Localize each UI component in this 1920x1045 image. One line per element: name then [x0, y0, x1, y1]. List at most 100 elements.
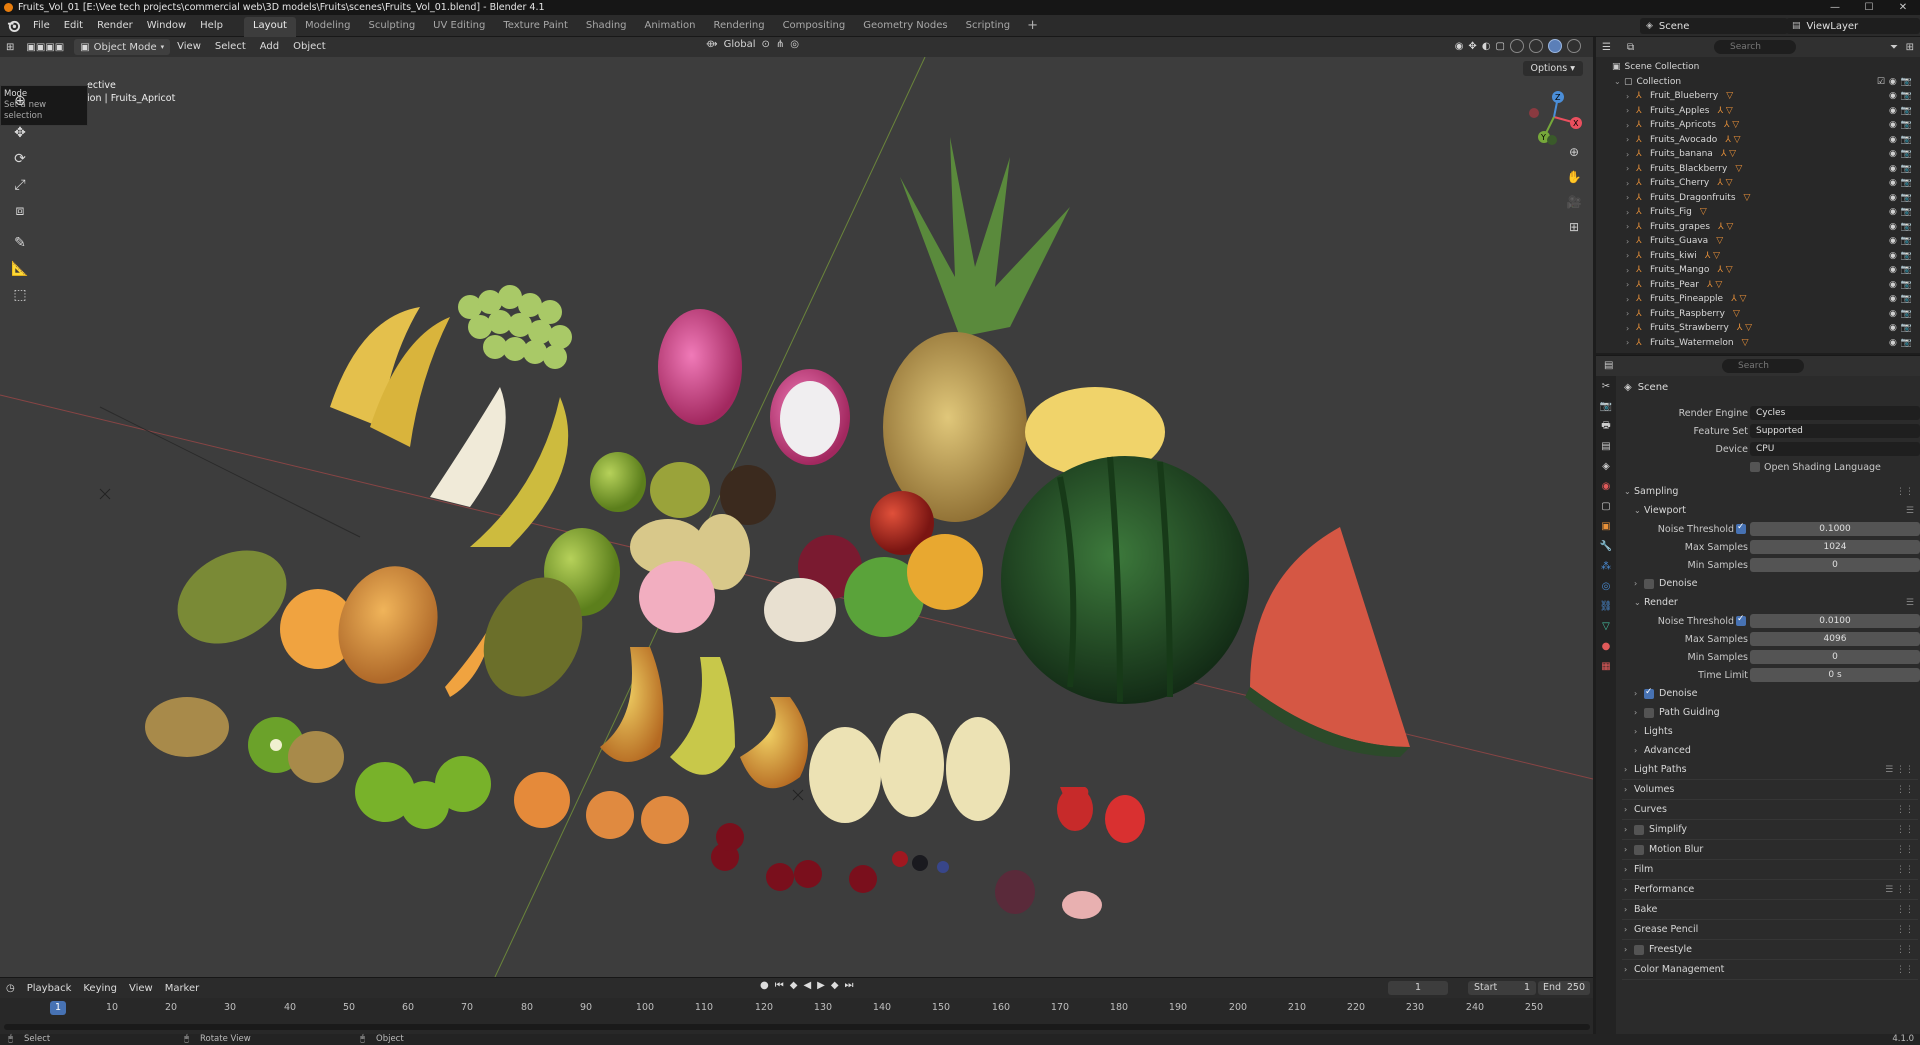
measure-tool-icon[interactable]: 📐	[8, 257, 32, 281]
select-mode-icons[interactable]: ▣▣▣▣	[20, 39, 70, 55]
tab-scripting[interactable]: Scripting	[957, 17, 1019, 37]
navigation-gizmo[interactable]: X Z Y	[1522, 85, 1586, 149]
chevron-right-icon[interactable]: ›	[1626, 280, 1636, 289]
drag-handle-icon[interactable]: ⋮⋮	[1896, 965, 1914, 975]
outliner-item[interactable]: › ⅄ Fruits_Cherry ⅄ ▽ ◉📷	[1596, 176, 1920, 191]
gizmo-icon[interactable]: ✥	[1468, 41, 1476, 52]
material-tab-icon[interactable]: ●	[1596, 636, 1616, 656]
menu-render[interactable]: Render	[90, 15, 140, 37]
editor-type-icon[interactable]: ⊞	[0, 39, 20, 55]
chevron-right-icon[interactable]: ›	[1626, 237, 1636, 246]
chevron-right-icon[interactable]: ›	[1626, 193, 1636, 202]
mango-green-object[interactable]	[161, 532, 303, 663]
chevron-right-icon[interactable]: ›	[1626, 121, 1636, 130]
outliner-item[interactable]: › ⅄ Fruits_Guava ▽ ◉📷	[1596, 234, 1920, 249]
3d-viewport[interactable]: ⊞ ▣▣▣▣ ▣ Object Mode ▾ View Select Add Obj…	[0, 37, 1593, 977]
viewport-menu-select[interactable]: Select	[208, 37, 253, 57]
r-noise-threshold-field[interactable]: 0.0100	[1750, 614, 1920, 628]
visibility-icons[interactable]: ◉📷	[1889, 338, 1916, 348]
scene-render[interactable]	[0, 57, 1593, 977]
outliner-item[interactable]: › ⅄ Fruits_Apricots ⅄ ▽ ◉📷	[1596, 118, 1920, 133]
tab-modeling[interactable]: Modeling	[296, 17, 360, 37]
panel-motion-blur[interactable]: › Motion Blur ⋮⋮	[1620, 840, 1920, 859]
path-guiding-checkbox[interactable]	[1644, 707, 1654, 718]
vp-noise-threshold-field[interactable]: 0.1000	[1750, 522, 1920, 536]
vp-noise-threshold-checkbox[interactable]	[1736, 522, 1746, 534]
visibility-icons[interactable]: ◉📷	[1889, 280, 1916, 290]
ortho-toggle-icon[interactable]: ⊞	[1563, 216, 1585, 238]
tab-animation[interactable]: Animation	[636, 17, 705, 37]
modifier-icons[interactable]: ⅄ ▽	[1721, 149, 1736, 159]
outliner-editor-icon[interactable]: ☰	[1602, 42, 1611, 53]
chevron-right-icon[interactable]: ›	[1626, 179, 1636, 188]
blueberry-object[interactable]	[937, 861, 949, 873]
collection-visibility-icons[interactable]: ☑◉📷	[1877, 77, 1916, 87]
visibility-icon[interactable]: ◉	[1455, 41, 1464, 52]
raspberry-object[interactable]	[892, 851, 908, 867]
panel-freestyle[interactable]: › Freestyle ⋮⋮	[1620, 940, 1920, 959]
viewport-subpanel[interactable]: ⌄ Viewport ☰	[1620, 501, 1920, 520]
r-denoise-checkbox[interactable]	[1644, 687, 1654, 699]
modifier-icons[interactable]: ⅄ ▽	[1724, 120, 1739, 130]
add-workspace-button[interactable]: +	[1019, 15, 1046, 37]
outliner-item[interactable]: › ⅄ Fruits_Dragonfruits ▽ ◉📷	[1596, 191, 1920, 206]
camera-view-icon[interactable]: 🎥	[1563, 191, 1585, 213]
modifier-tab-icon[interactable]: 🔧	[1596, 536, 1616, 556]
collection-tab-icon[interactable]: ▢	[1596, 496, 1616, 516]
panel-grease-pencil[interactable]: › Grease Pencil ⋮⋮	[1620, 920, 1920, 939]
tab-layout[interactable]: Layout	[243, 16, 296, 37]
view-layer-tab-icon[interactable]: ▤	[1596, 436, 1616, 456]
maximize-button[interactable]: ☐	[1852, 0, 1886, 15]
add-cube-tool-icon[interactable]: ⬚	[8, 283, 32, 307]
outliner-item[interactable]: › ⅄ Fruits_banana ⅄ ▽ ◉📷	[1596, 147, 1920, 162]
chevron-right-icon[interactable]: ›	[1626, 106, 1636, 115]
chevron-right-icon[interactable]: ›	[1626, 338, 1636, 347]
modifier-icons[interactable]: ⅄ ▽	[1731, 294, 1746, 304]
visibility-icons[interactable]: ◉📷	[1889, 294, 1916, 304]
data-tab-icon[interactable]: ▽	[1596, 616, 1616, 636]
overlay-icon[interactable]: ◐	[1482, 41, 1491, 52]
kiwi-object[interactable]	[145, 697, 229, 757]
jump-start-icon[interactable]: ⏮	[775, 980, 784, 991]
r-noise-threshold-checkbox[interactable]	[1736, 614, 1746, 626]
visibility-icons[interactable]: ◉📷	[1889, 222, 1916, 232]
jump-end-icon[interactable]: ⏭	[845, 980, 854, 991]
move-tool-icon[interactable]: ✥	[8, 121, 32, 145]
scene-tab-icon[interactable]: ◈	[1596, 456, 1616, 476]
current-frame-indicator[interactable]: 1	[50, 1001, 66, 1015]
outliner-item[interactable]: › ⅄ Fruits_Avocado ⅄ ▽ ◉📷	[1596, 133, 1920, 148]
texture-tab-icon[interactable]: ▦	[1596, 656, 1616, 676]
modifier-icons[interactable]: ▽	[1733, 309, 1740, 319]
visibility-icons[interactable]: ◉📷	[1889, 135, 1916, 145]
play-reverse-icon[interactable]: ◀	[803, 980, 811, 991]
rendered-shading-icon[interactable]	[1567, 39, 1581, 53]
start-frame-field[interactable]: Start 1	[1468, 981, 1536, 995]
outliner-item[interactable]: › ⅄ Fruits_Strawberry ⅄ ▽ ◉📷	[1596, 321, 1920, 336]
view-layer-selector[interactable]: ▤ ViewLayer	[1786, 18, 1920, 34]
outliner-panel[interactable]: ☰ ⧉ Search ⏷ ⊞ ▣ Scene Collection ⌄ ▢ Co…	[1596, 37, 1920, 353]
viewport-menu-view[interactable]: View	[170, 37, 208, 57]
outliner-item[interactable]: › ⅄ Fruits_Raspberry ▽ ◉📷	[1596, 307, 1920, 322]
modifier-icons[interactable]: ⅄ ▽	[1725, 135, 1740, 145]
output-tab-icon[interactable]: 🖶	[1596, 416, 1616, 436]
panel-performance[interactable]: › Performance ☰ ⋮⋮	[1620, 880, 1920, 899]
outliner-item[interactable]: › ⅄ Fruit_Blueberry ▽ ◉📷	[1596, 89, 1920, 104]
pivot-icon[interactable]: ⊙	[761, 39, 769, 50]
outliner-item[interactable]: › ⅄ Fruits_Blackberry ▽ ◉📷	[1596, 162, 1920, 177]
cursor-tool-icon[interactable]: ⊕	[8, 89, 32, 113]
chevron-right-icon[interactable]: ›	[1626, 309, 1636, 318]
modifier-icons[interactable]: ▽	[1726, 91, 1733, 101]
outliner-item[interactable]: › ⅄ Fruits_kiwi ⅄ ▽ ◉📷	[1596, 249, 1920, 264]
modifier-icons[interactable]: ▽	[1742, 338, 1749, 348]
visibility-icons[interactable]: ◉📷	[1889, 91, 1916, 101]
timeline-editor-icon[interactable]: ◷	[0, 983, 21, 994]
modifier-icons[interactable]: ⅄ ▽	[1737, 323, 1752, 333]
chevron-right-icon[interactable]: ›	[1626, 324, 1636, 333]
prev-keyframe-icon[interactable]: ◆	[790, 980, 798, 991]
list-icon[interactable]: ☰ ⋮⋮	[1885, 885, 1914, 895]
visibility-icons[interactable]: ◉📷	[1889, 323, 1916, 333]
drag-handle-icon[interactable]: ⋮⋮	[1896, 845, 1914, 855]
r-max-samples-field[interactable]: 4096	[1750, 632, 1920, 646]
visibility-icons[interactable]: ◉📷	[1889, 106, 1916, 116]
osl-checkbox[interactable]	[1750, 462, 1760, 472]
